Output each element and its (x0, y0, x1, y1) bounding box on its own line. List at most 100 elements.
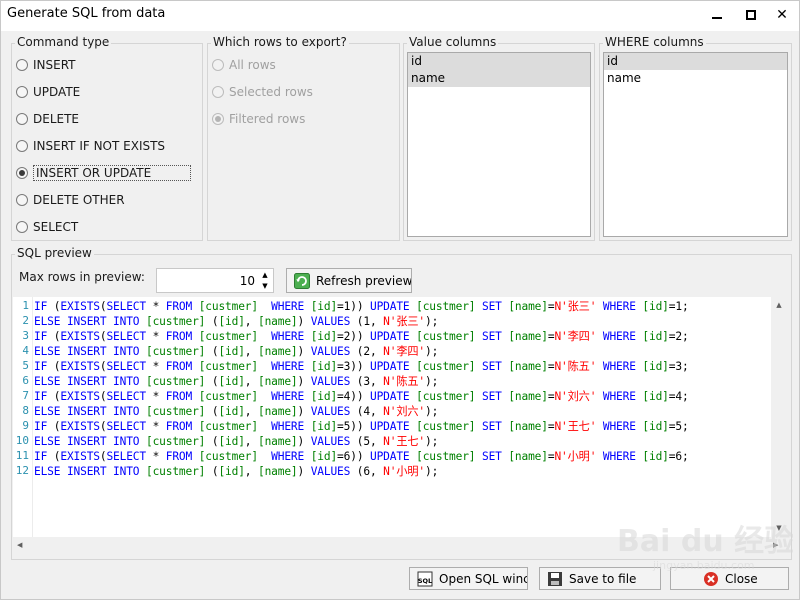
command-type-option[interactable]: SELECT (16, 218, 78, 236)
command-type-option[interactable]: INSERT (16, 56, 76, 74)
command-type-option-label: INSERT OR UPDATE (33, 165, 191, 181)
command-type-option[interactable]: INSERT IF NOT EXISTS (16, 137, 165, 155)
list-item[interactable]: id (408, 53, 590, 70)
list-item[interactable]: id (604, 53, 787, 70)
refresh-icon (294, 272, 310, 289)
sql-code-line[interactable]: IF (EXISTS(SELECT * FROM [custmer] WHERE… (34, 419, 689, 434)
radio-icon[interactable] (16, 167, 28, 179)
line-number: 11 (15, 449, 29, 462)
sql-code-line[interactable]: IF (EXISTS(SELECT * FROM [custmer] WHERE… (34, 359, 689, 374)
sql-code-line[interactable]: ELSE INSERT INTO [custmer] ([id], [name]… (34, 344, 438, 359)
radio-icon[interactable] (16, 221, 28, 233)
save-disk-icon (548, 571, 562, 586)
line-number: 5 (22, 359, 29, 372)
value-columns-group: Value columns id name (403, 35, 595, 241)
list-item[interactable]: name (604, 70, 787, 87)
radio-icon[interactable] (16, 113, 28, 125)
command-type-option-label: INSERT (33, 58, 76, 72)
radio-icon[interactable] (16, 140, 28, 152)
refresh-preview-label: Refresh preview (316, 273, 412, 288)
radio-icon[interactable] (16, 86, 28, 98)
sql-file-icon: SQL (417, 571, 433, 586)
spin-up-icon[interactable]: ▲ (259, 270, 271, 280)
vertical-scrollbar[interactable]: ▲ ▼ (771, 297, 787, 537)
command-type-option-label: INSERT IF NOT EXISTS (33, 139, 166, 153)
line-number: 2 (22, 314, 29, 327)
list-item[interactable]: name (408, 70, 590, 87)
where-columns-list[interactable]: id name (603, 52, 788, 237)
line-number: 7 (22, 389, 29, 402)
radio-icon[interactable] (212, 86, 224, 98)
window-title: Generate SQL from data (7, 6, 166, 21)
command-type-label: Command type (15, 35, 112, 49)
value-columns-list[interactable]: id name (407, 52, 591, 237)
rows-to-export-option-label: All rows (229, 58, 276, 72)
command-type-option[interactable]: DELETE OTHER (16, 191, 125, 209)
maximize-button[interactable] (735, 4, 765, 26)
minimize-button[interactable] (701, 4, 731, 26)
scroll-up-icon[interactable]: ▲ (775, 300, 783, 310)
spin-down-icon[interactable]: ▼ (259, 281, 271, 291)
title-bar[interactable]: Generate SQL from data ✕ (1, 1, 799, 31)
where-columns-label: WHERE columns (603, 35, 706, 49)
generate-sql-dialog: Generate SQL from data ✕ Command type IN… (0, 0, 800, 600)
sql-preview-label: SQL preview (15, 246, 94, 260)
scroll-left-icon[interactable]: ◀ (17, 541, 22, 549)
radio-icon[interactable] (212, 59, 224, 71)
rows-to-export-group: Which rows to export? All rows Selected r… (207, 35, 400, 241)
sql-code-area[interactable]: IF (EXISTS(SELECT * FROM [custmer] WHERE… (32, 297, 770, 537)
rows-to-export-label: Which rows to export? (211, 35, 349, 49)
sql-code-line[interactable]: IF (EXISTS(SELECT * FROM [custmer] WHERE… (34, 449, 689, 464)
sql-code-line[interactable]: ELSE INSERT INTO [custmer] ([id], [name]… (34, 434, 438, 449)
sql-code-line[interactable]: ELSE INSERT INTO [custmer] ([id], [name]… (34, 404, 438, 419)
close-circle-icon (704, 571, 718, 586)
sql-code-line[interactable]: ELSE INSERT INTO [custmer] ([id], [name]… (34, 374, 438, 389)
rows-to-export-option[interactable]: Filtered rows (212, 110, 305, 128)
save-to-file-label: Save to file (569, 571, 637, 586)
command-type-option-label: UPDATE (33, 85, 81, 99)
refresh-preview-button[interactable]: Refresh preview (286, 268, 412, 293)
line-number-gutter: 1 2 3 4 5 6 7 8 9 10 11 12 (13, 297, 31, 537)
where-columns-group: WHERE columns id name (599, 35, 792, 241)
close-button[interactable]: Close (670, 567, 789, 590)
rows-to-export-option-label: Selected rows (229, 85, 313, 99)
command-type-option-label: SELECT (33, 220, 79, 234)
value-columns-label: Value columns (407, 35, 499, 49)
sql-code-line[interactable]: ELSE INSERT INTO [custmer] ([id], [name]… (34, 314, 438, 329)
command-type-option[interactable]: INSERT OR UPDATE (16, 164, 191, 182)
minimize-icon (712, 17, 722, 19)
close-window-button[interactable]: ✕ (767, 4, 797, 26)
command-type-option-label: DELETE (33, 112, 80, 126)
rows-to-export-option[interactable]: All rows (212, 56, 276, 74)
scroll-down-icon[interactable]: ▼ (775, 523, 783, 533)
close-button-label: Close (725, 571, 758, 586)
line-number: 1 (22, 299, 29, 312)
command-type-option[interactable]: DELETE (16, 110, 79, 128)
sql-code-line[interactable]: ELSE INSERT INTO [custmer] ([id], [name]… (34, 464, 438, 479)
sql-code-line[interactable]: IF (EXISTS(SELECT * FROM [custmer] WHERE… (34, 329, 689, 344)
max-rows-spinner[interactable]: 10 ▲ ▼ (156, 268, 274, 293)
save-to-file-button[interactable]: Save to file (539, 567, 661, 590)
line-number: 4 (22, 344, 29, 357)
command-type-group: Command type INSERT UPDATE DELETE INSERT IF… (11, 35, 203, 241)
open-sql-window-button[interactable]: SQL Open SQL winc (409, 567, 528, 590)
radio-icon[interactable] (16, 59, 28, 71)
max-rows-value: 10 (239, 274, 255, 288)
radio-icon[interactable] (16, 194, 28, 206)
line-number: 12 (15, 464, 29, 477)
horizontal-scrollbar[interactable]: ◀ ▶ (13, 538, 787, 554)
line-number: 10 (15, 434, 29, 447)
scroll-right-icon[interactable]: ▶ (773, 541, 778, 549)
rows-to-export-option[interactable]: Selected rows (212, 83, 313, 101)
command-type-option-label: DELETE OTHER (33, 193, 125, 207)
close-icon: ✕ (776, 7, 788, 23)
max-rows-label: Max rows in preview: (19, 270, 145, 284)
line-number: 3 (22, 329, 29, 342)
sql-editor[interactable]: 1 2 3 4 5 6 7 8 9 10 11 12 IF (EXISTS(SELECT * FROM… (13, 297, 787, 537)
sql-code-line[interactable]: IF (EXISTS(SELECT * FROM [custmer] WHERE… (34, 389, 689, 404)
svg-text:SQL: SQL (418, 577, 432, 585)
radio-icon[interactable] (212, 113, 224, 125)
command-type-option[interactable]: UPDATE (16, 83, 80, 101)
line-number: 6 (22, 374, 29, 387)
sql-code-line[interactable]: IF (EXISTS(SELECT * FROM [custmer] WHERE… (34, 299, 689, 314)
